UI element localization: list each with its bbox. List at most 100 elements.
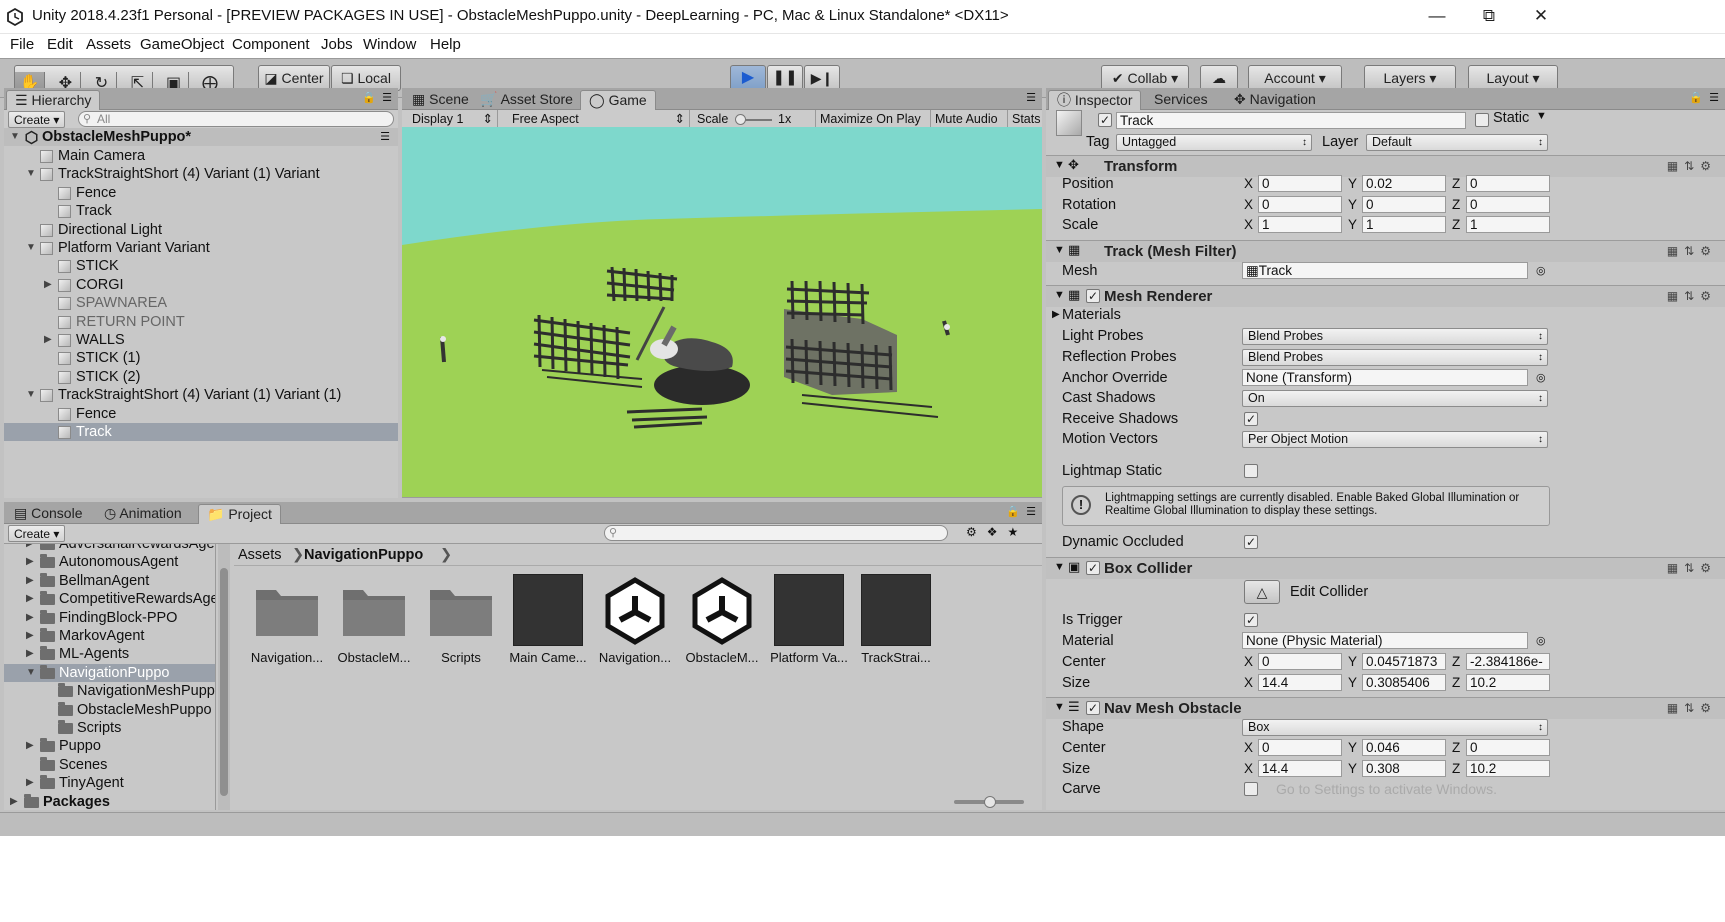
materials-row[interactable]: ▶ Materials <box>1046 305 1725 325</box>
carve-checkbox[interactable] <box>1244 782 1258 796</box>
nav-mesh-obstacle-enabled-checkbox[interactable]: ✓ <box>1086 701 1100 715</box>
tree-scrollbar[interactable] <box>218 544 230 810</box>
collapse-arrow-icon[interactable]: ▼ <box>26 165 36 183</box>
lock-icon[interactable]: 🔒 <box>1006 505 1020 518</box>
scale-y-field[interactable]: 1 <box>1362 216 1446 234</box>
tab-inspector[interactable]: ⓘ Inspector <box>1048 90 1142 110</box>
tab-services[interactable]: Services <box>1146 90 1216 110</box>
object-picker-icon[interactable]: ◎ <box>1536 631 1546 651</box>
expand-arrow-icon[interactable]: ▶ <box>26 645 34 663</box>
project-folder-item[interactable]: Scenes <box>4 756 215 774</box>
project-search-input[interactable]: ⚲ <box>604 525 948 541</box>
asset-item[interactable]: Main Came... <box>506 574 590 670</box>
hierarchy-item[interactable]: SPAWNAREA <box>4 294 398 312</box>
project-folder-item[interactable]: ▶ Puppo <box>4 737 215 755</box>
scale-z-field[interactable]: 1 <box>1466 216 1550 234</box>
hierarchy-item[interactable]: STICK (2) <box>4 368 398 386</box>
hierarchy-item[interactable]: Main Camera <box>4 147 398 165</box>
maximize-button[interactable]: ⧉ <box>1460 0 1518 34</box>
project-folder-item[interactable]: ▶ Packages <box>4 793 215 810</box>
breadcrumb-navigationpuppo[interactable]: NavigationPuppo <box>304 544 423 566</box>
tab-console[interactable]: ▤ Console <box>6 504 91 524</box>
hierarchy-item[interactable]: ▶ WALLS <box>4 331 398 349</box>
asset-item[interactable]: Scripts <box>419 574 503 670</box>
panel-menu-icon[interactable]: ☰ <box>1026 91 1036 104</box>
fold-arrow-icon[interactable]: ▼ <box>1054 159 1065 171</box>
motion-vectors-dropdown[interactable]: Per Object Motion <box>1242 431 1548 448</box>
hierarchy-item[interactable]: RETURN POINT <box>4 313 398 331</box>
hierarchy-item[interactable]: Fence <box>4 405 398 423</box>
icon-size-slider-handle[interactable] <box>984 796 996 808</box>
obstacle-size-z-field[interactable]: 10.2 <box>1466 759 1550 777</box>
position-x-field[interactable]: 0 <box>1258 175 1342 192</box>
obstacle-center-y-field[interactable]: 0.046 <box>1362 739 1446 756</box>
collider-center-z-field[interactable]: -2.384186e- <box>1466 653 1550 670</box>
tab-hierarchy[interactable]: ☰ Hierarchy <box>6 90 101 110</box>
project-folder-item[interactable]: NavigationMeshPuppo <box>4 682 215 700</box>
shape-dropdown[interactable]: Box <box>1242 719 1548 736</box>
expand-arrow-icon[interactable]: ▶ <box>26 737 34 755</box>
mesh-field[interactable]: ▦Track <box>1242 262 1528 279</box>
edit-collider-button[interactable]: △ <box>1244 580 1280 604</box>
light-probes-dropdown[interactable]: Blend Probes <box>1242 328 1548 345</box>
dynamic-occluded-checkbox[interactable]: ✓ <box>1244 535 1258 549</box>
mesh-renderer-header[interactable]: ▼ ▦ ✓ Mesh Renderer ▦⇅⚙ <box>1046 285 1725 307</box>
project-folder-item[interactable]: ▶ MarkovAgent <box>4 627 215 645</box>
box-collider-enabled-checkbox[interactable]: ✓ <box>1086 561 1100 575</box>
lock-icon[interactable]: 🔒 <box>362 91 376 104</box>
tag-dropdown[interactable]: Untagged <box>1116 134 1312 151</box>
panel-menu-icon[interactable]: ☰ <box>1026 505 1036 518</box>
project-folder-item[interactable]: ▶ AutonomousAgent <box>4 553 215 571</box>
collider-size-z-field[interactable]: 10.2 <box>1466 673 1550 691</box>
project-folder-item[interactable]: ▶ BellmanAgent <box>4 572 215 590</box>
project-folder-item[interactable]: ▶ FindingBlock-PPO <box>4 609 215 627</box>
hierarchy-item[interactable]: STICK (1) <box>4 349 398 367</box>
project-folder-item[interactable]: ▶ AdversarialRewardsAge <box>4 544 215 553</box>
tree-scrollbar-thumb[interactable] <box>220 568 228 796</box>
object-name-input[interactable]: Track <box>1116 112 1466 129</box>
tab-asset-store[interactable]: 🛒 Asset Store <box>472 90 581 110</box>
expand-arrow-icon[interactable]: ▶ <box>26 590 34 608</box>
cast-shadows-dropdown[interactable]: On <box>1242 390 1548 407</box>
tab-project[interactable]: 📁 Project <box>198 504 281 524</box>
asset-item[interactable]: TrackStrai... <box>854 574 938 670</box>
project-filter-icons[interactable]: ⚙❖★ <box>966 525 1028 539</box>
asset-item[interactable]: Platform Va... <box>767 574 851 670</box>
collapse-arrow-icon[interactable]: ▼ <box>26 664 36 682</box>
scene-menu-icon[interactable]: ☰ <box>380 128 390 146</box>
expand-arrow-icon[interactable]: ▶ <box>44 331 52 349</box>
project-folder-item[interactable]: ▶ CompetitiveRewardsAge <box>4 590 215 608</box>
expand-arrow-icon[interactable]: ▶ <box>44 276 52 294</box>
hierarchy-item[interactable]: ▶ CORGI <box>4 276 398 294</box>
hierarchy-item[interactable]: STICK <box>4 257 398 275</box>
is-trigger-checkbox[interactable]: ✓ <box>1244 613 1258 627</box>
asset-item[interactable]: Navigation... <box>593 574 677 670</box>
object-picker-icon[interactable]: ◎ <box>1536 368 1546 388</box>
collapse-arrow-icon[interactable]: ▼ <box>26 239 36 257</box>
minimize-button[interactable]: — <box>1408 0 1466 34</box>
asset-item[interactable]: Navigation... <box>245 574 329 670</box>
object-picker-icon[interactable]: ◎ <box>1536 261 1546 281</box>
expand-arrow-icon[interactable]: ▶ <box>26 572 34 590</box>
lock-icon[interactable]: 🔒 <box>1689 91 1703 104</box>
collider-center-y-field[interactable]: 0.04571873 <box>1362 653 1446 670</box>
breadcrumb-assets[interactable]: Assets <box>238 544 282 566</box>
expand-arrow-icon[interactable]: ▶ <box>26 609 34 627</box>
fold-arrow-icon[interactable]: ▼ <box>1054 701 1065 713</box>
scene-root-row[interactable]: ▼ ObstacleMeshPuppo* ☰ <box>4 128 398 147</box>
asset-item[interactable]: ObstacleM... <box>680 574 764 670</box>
receive-shadows-checkbox[interactable]: ✓ <box>1244 412 1258 426</box>
expand-arrow-icon[interactable]: ▶ <box>26 553 34 571</box>
project-folder-item[interactable]: ▶ TinyAgent <box>4 774 215 792</box>
hierarchy-item[interactable]: ▼ TrackStraightShort (4) Variant (1) Vari… <box>4 165 398 183</box>
hierarchy-item[interactable]: Track <box>4 423 398 442</box>
active-checkbox[interactable]: ✓ <box>1098 113 1112 127</box>
box-collider-header[interactable]: ▼ ▣ ✓ Box Collider ▦⇅⚙ <box>1046 557 1725 579</box>
obstacle-size-y-field[interactable]: 0.308 <box>1362 759 1446 777</box>
hierarchy-search-input[interactable]: ⚲ All <box>78 111 394 127</box>
project-create-button[interactable]: Create ▾ <box>8 525 66 542</box>
rotation-y-field[interactable]: 0 <box>1362 195 1446 213</box>
obstacle-center-x-field[interactable]: 0 <box>1258 739 1342 756</box>
expand-arrow-icon[interactable]: ▶ <box>26 627 34 645</box>
collapse-arrow-icon[interactable]: ▼ <box>10 128 20 146</box>
